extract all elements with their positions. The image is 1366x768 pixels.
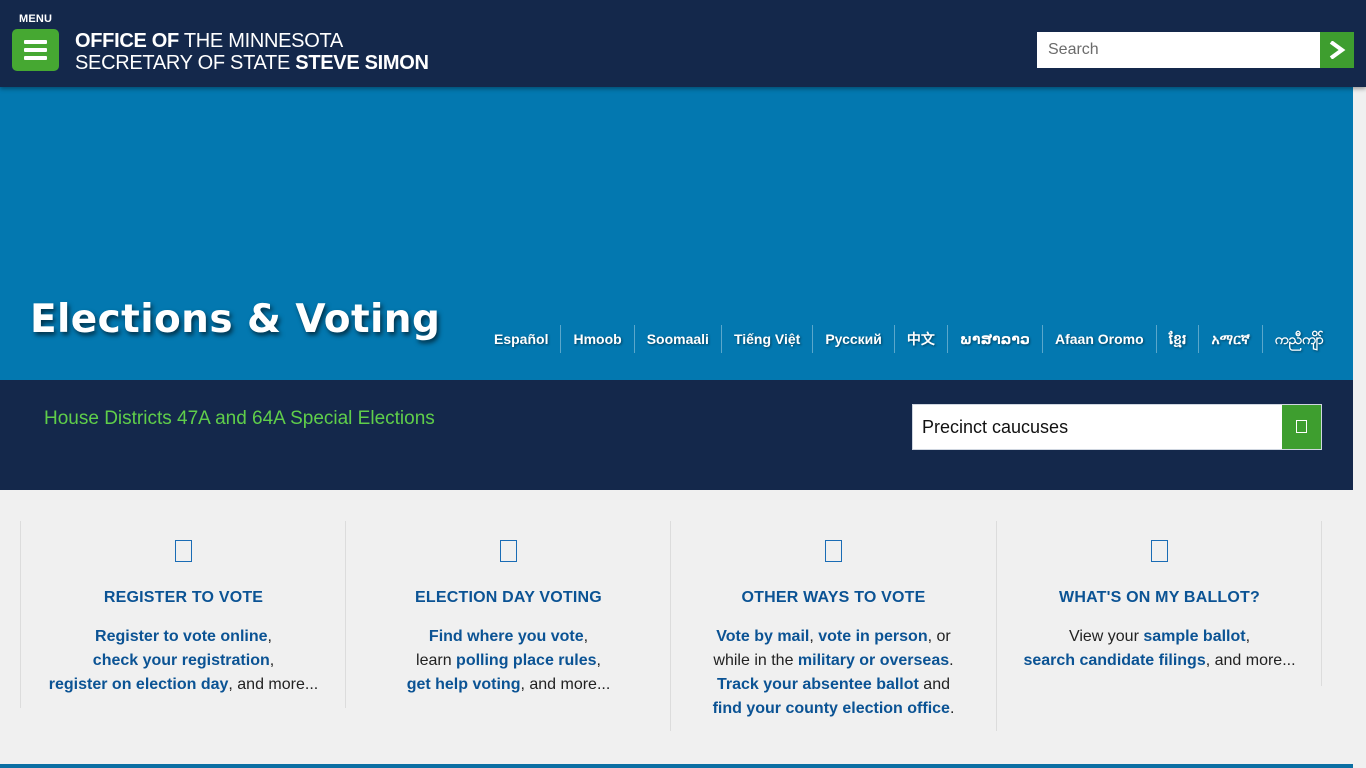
polling-place-rules-link[interactable]: polling place rules (456, 652, 596, 669)
menu-icon-bar (24, 56, 47, 60)
other-ways-icon (825, 540, 842, 562)
text: , (267, 628, 272, 645)
text: . (949, 652, 954, 669)
register-icon (175, 540, 192, 562)
card-election-day: ELECTION DAY VOTING Find where you vote,… (345, 521, 671, 708)
page-title: Elections & Voting (30, 297, 441, 342)
card-other-ways: OTHER WAYS TO VOTE Vote by mail, vote in… (670, 521, 996, 731)
lang-link-vietnamese[interactable]: Tiếng Việt (720, 325, 812, 353)
search-input[interactable] (1037, 32, 1320, 68)
card-divider (1321, 521, 1322, 686)
text: , (596, 652, 601, 669)
text: , or (927, 628, 951, 645)
text: , (269, 652, 275, 669)
site-logo[interactable]: OFFICE OF THE MINNESOTA SECRETARY OF STA… (75, 30, 429, 74)
card-title[interactable]: OTHER WAYS TO VOTE (671, 589, 996, 607)
scrollbar[interactable] (1353, 87, 1366, 768)
quick-topic-select[interactable]: Precinct caucuses (912, 404, 1322, 450)
county-election-office-link[interactable]: find your county election office (713, 700, 950, 717)
check-registration-link[interactable]: check your registration (93, 652, 270, 669)
lang-link-russian[interactable]: Русский (812, 325, 894, 353)
text: learn (416, 652, 457, 669)
language-nav: Español Hmoob Soomaali Tiếng Việt Русски… (482, 325, 1336, 353)
sample-ballot-link[interactable]: sample ballot (1143, 628, 1245, 645)
text: , and more... (520, 676, 611, 693)
card-text: Register to vote online, check your regi… (21, 625, 346, 697)
brand-office: OFFICE OF (75, 30, 179, 52)
special-elections-link[interactable]: House Districts 47A and 64A Special Elec… (44, 408, 435, 430)
brand-state: THE MINNESOTA (178, 30, 343, 52)
text: , (809, 628, 819, 645)
card-text: View your sample ballot, search candidat… (997, 625, 1322, 673)
card-title[interactable]: ELECTION DAY VOTING (346, 589, 671, 607)
menu-icon-bar (24, 48, 47, 52)
lang-link-karen[interactable]: ကညီကျိာ် (1261, 325, 1336, 353)
military-overseas-link[interactable]: military or overseas (798, 652, 949, 669)
arrow-right-icon (1329, 41, 1346, 59)
menu-label: MENU (19, 13, 53, 25)
text: , (583, 628, 589, 645)
quick-topic-go-button[interactable] (1282, 405, 1321, 449)
ballot-icon (1151, 540, 1168, 562)
site-search (1037, 32, 1354, 68)
text: . (949, 700, 955, 717)
brand-role: SECRETARY OF STATE (75, 52, 296, 74)
vote-in-person-link[interactable]: vote in person (818, 628, 927, 645)
text: and (918, 676, 950, 693)
search-submit-button[interactable] (1320, 32, 1354, 68)
lang-link-khmer[interactable]: ខ្មែរ (1155, 325, 1199, 353)
track-absentee-ballot-link[interactable]: Track your absentee ballot (717, 676, 919, 693)
candidate-filings-link[interactable]: search candidate filings (1023, 652, 1205, 669)
topic-cards: REGISTER TO VOTE Register to vote online… (20, 521, 1322, 731)
register-election-day-link[interactable]: register on election day (49, 676, 229, 693)
lang-link-oromo[interactable]: Afaan Oromo (1041, 325, 1156, 353)
text: while in the (713, 652, 798, 669)
card-text: Find where you vote, learn polling place… (346, 625, 671, 697)
card-register: REGISTER TO VOTE Register to vote online… (20, 521, 346, 708)
card-ballot: WHAT'S ON MY BALLOT? View your sample ba… (996, 521, 1322, 731)
text: , (1245, 628, 1251, 645)
site-header: MENU OFFICE OF THE MINNESOTA SECRETARY O… (0, 0, 1366, 87)
lang-link-chinese[interactable]: 中文 (893, 325, 947, 353)
text: , and more... (1205, 652, 1296, 669)
card-text: Vote by mail, vote in person, or while i… (671, 625, 996, 721)
register-online-link[interactable]: Register to vote online (95, 628, 267, 645)
hero-banner: Elections & Voting Español Hmoob Soomaal… (0, 87, 1366, 380)
menu-button[interactable] (12, 29, 59, 71)
card-title[interactable]: REGISTER TO VOTE (21, 589, 346, 607)
text: View your (1068, 628, 1144, 645)
lang-link-amharic[interactable]: አማርኛ (1198, 325, 1261, 353)
card-title[interactable]: WHAT'S ON MY BALLOT? (997, 589, 1322, 607)
find-where-you-vote-link[interactable]: Find where you vote (429, 628, 584, 645)
election-day-icon (500, 540, 517, 562)
lang-link-somali[interactable]: Soomaali (633, 325, 721, 353)
vote-by-mail-link[interactable]: Vote by mail (716, 628, 809, 645)
alert-band: House Districts 47A and 64A Special Elec… (0, 380, 1366, 490)
lang-link-spanish[interactable]: Español (482, 325, 560, 353)
text: , and more... (228, 676, 319, 693)
menu-icon-bar (24, 40, 47, 44)
section-divider (0, 764, 1353, 768)
brand-name: STEVE SIMON (295, 52, 429, 74)
go-icon (1296, 420, 1307, 433)
get-help-voting-link[interactable]: get help voting (407, 676, 521, 693)
lang-link-hmong[interactable]: Hmoob (560, 325, 633, 353)
quick-topic-value: Precinct caucuses (922, 417, 1069, 437)
lang-link-lao[interactable]: ພາສາລາວ (946, 325, 1042, 353)
